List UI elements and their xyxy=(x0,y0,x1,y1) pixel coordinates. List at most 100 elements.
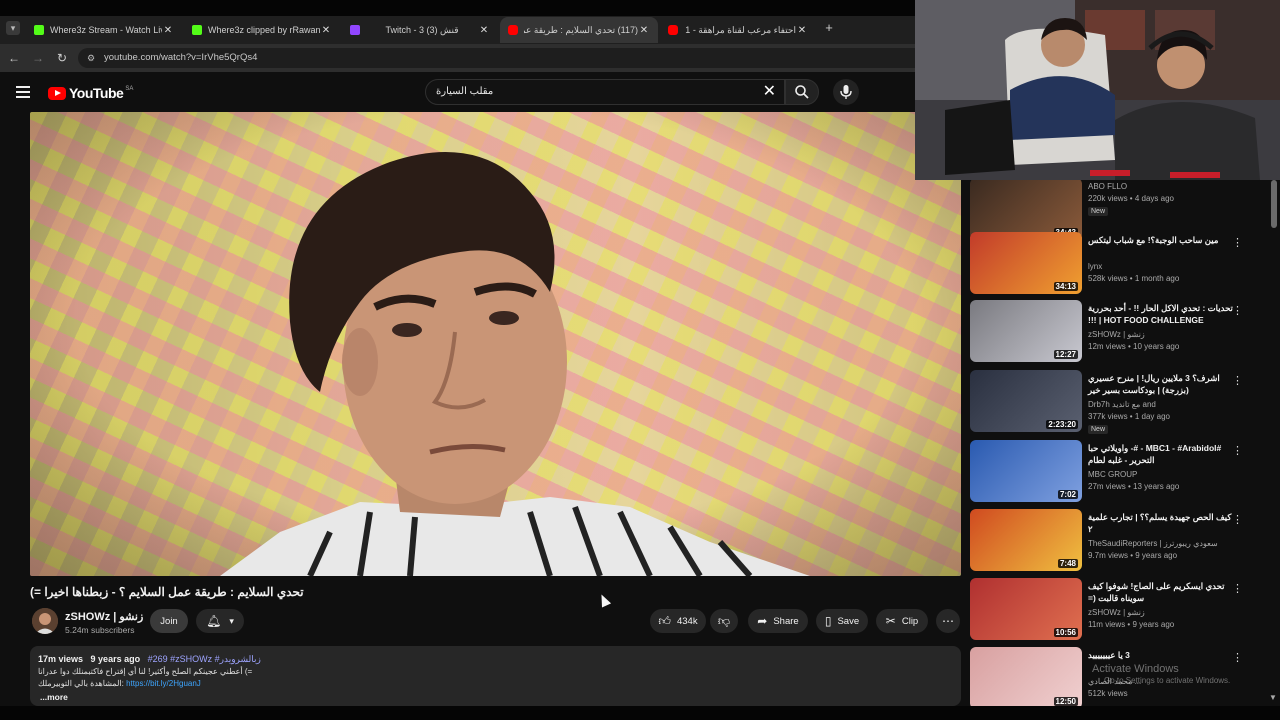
tab-search-button[interactable]: ▾ xyxy=(6,21,20,35)
video-player[interactable] xyxy=(30,112,961,576)
recommended-channel[interactable]: zSHOWz | زنشو xyxy=(1088,330,1145,339)
video-duration: 12:50 xyxy=(1053,697,1078,706)
activate-windows-subtitle: Go to Settings to activate Windows. xyxy=(1104,676,1231,685)
recommended-channel[interactable]: MBC GROUP xyxy=(1088,470,1137,479)
youtube-header: YouTube SA مقلب السيارة ✕ xyxy=(0,72,915,112)
more-vertical-icon[interactable]: ⋮ xyxy=(1232,444,1243,457)
close-tab-icon[interactable]: ✕ xyxy=(638,25,650,36)
recommended-video[interactable]: 34:13 مين ساحب الوجبة؟! مع شباب ليتكس lynx… xyxy=(970,232,1265,296)
browser-tab[interactable]: Where3z clipped by rRawan ✕ xyxy=(184,17,340,43)
recommended-video-title[interactable]: كيف الحص جهيدة يسلم؟؟ | تجارب علمية ٢ xyxy=(1088,511,1238,535)
video-thumbnail[interactable]: 12:27 xyxy=(970,300,1082,362)
video-thumbnail[interactable]: 34:43 xyxy=(970,178,1082,240)
youtube-favicon-icon xyxy=(508,25,518,35)
close-tab-icon[interactable]: ✕ xyxy=(320,25,332,36)
channel-avatar-image xyxy=(32,608,58,634)
channel-name[interactable]: zSHOWz | زنشو xyxy=(65,610,143,623)
recommended-channel[interactable]: Drb7h مع تانديد and xyxy=(1088,400,1156,409)
recommended-video[interactable]: 12:27 تحديات : تحدي الاكل الحار !! - أحد … xyxy=(970,300,1265,364)
recommended-channel[interactable]: lynx xyxy=(1088,262,1102,271)
recommended-video-title[interactable]: تحدي ايسكريم على الصاج! شوفوا كيف سويناه… xyxy=(1088,580,1238,604)
video-thumbnail[interactable]: 12:50 xyxy=(970,647,1082,709)
video-thumbnail[interactable]: 34:13 xyxy=(970,232,1082,294)
more-vertical-icon[interactable]: ⋮ xyxy=(1232,236,1243,249)
recommended-video-title[interactable]: تحديات : تحدي الاكل الحار !! - أحد بحرري… xyxy=(1088,302,1238,326)
recommended-meta: 512k views xyxy=(1088,689,1128,698)
site-info-icon[interactable]: ⚙ xyxy=(84,51,98,65)
search-input[interactable]: مقلب السيارة ✕ xyxy=(425,79,785,105)
sidebar-scrollbar[interactable] xyxy=(1271,180,1277,228)
recommended-video[interactable]: 10:56 تحدي ايسكريم على الصاج! شوفوا كيف س… xyxy=(970,578,1265,642)
description-link[interactable]: https://bit.ly/2HguanJ xyxy=(126,679,201,688)
more-horizontal-icon: ⋯ xyxy=(942,614,954,628)
recommended-video[interactable]: 7:02 #MBC1 - #Arabidol - #- واويلاتي حبا … xyxy=(970,440,1265,504)
recommended-channel[interactable]: TheSaudiReporters | سعودي ريبورترز xyxy=(1088,539,1218,548)
close-tab-icon[interactable]: ✕ xyxy=(478,25,490,36)
recommended-video-title[interactable]: 3 يا عيييييييد xyxy=(1088,649,1238,661)
upload-age: 9 years ago xyxy=(90,654,141,664)
like-button[interactable]: 👍︎ 434k xyxy=(650,609,706,633)
recommended-video[interactable]: 7:48 كيف الحص جهيدة يسلم؟؟ | تجارب علمية … xyxy=(970,509,1265,573)
video-thumbnail[interactable]: 7:02 xyxy=(970,440,1082,502)
share-button[interactable]: ➦ Share xyxy=(748,609,808,633)
activate-windows-title: Activate Windows xyxy=(1092,663,1179,675)
browser-tab[interactable]: احتفاء مرعب لقناة مراهقة - 1 be ✕ xyxy=(660,17,816,43)
video-thumbnail[interactable]: 10:56 xyxy=(970,578,1082,640)
forward-icon[interactable]: → xyxy=(30,50,46,66)
more-actions-button[interactable]: ⋯ xyxy=(936,609,960,633)
save-label: Save xyxy=(837,615,860,627)
scroll-down-icon[interactable]: ▼ xyxy=(1269,693,1277,702)
view-count: 17m views xyxy=(38,654,84,664)
youtube-logo[interactable]: YouTube SA xyxy=(48,85,133,101)
kick-favicon-icon xyxy=(192,25,202,35)
clear-search-icon[interactable]: ✕ xyxy=(763,83,776,101)
save-button[interactable]: ▯ Save xyxy=(816,609,868,633)
subscriber-count: 5.24m subscribers xyxy=(65,625,135,635)
recommended-video[interactable]: 2:23:20 اشرف؟ 3 ملايين ريال! | منرح عسيري… xyxy=(970,370,1265,434)
address-bar[interactable]: ⚙ youtube.com/watch?v=IrVhe5QrQs4 xyxy=(78,48,915,68)
video-thumbnail[interactable]: 7:48 xyxy=(970,509,1082,571)
more-vertical-icon[interactable]: ⋮ xyxy=(1232,374,1243,387)
menu-icon[interactable] xyxy=(16,86,30,98)
video-thumbnail[interactable]: 2:23:20 xyxy=(970,370,1082,432)
youtube-favicon-icon xyxy=(668,25,678,35)
recommended-video-title[interactable]: مين ساحب الوجبة؟! مع شباب ليتكس xyxy=(1088,234,1238,246)
hashtags[interactable]: #269 #zSHOWz #زبالشرويدر xyxy=(148,654,261,664)
browser-tab-strip: ▾ Where3z Stream - Watch Live ✕ Where3z … xyxy=(0,0,915,44)
channel-avatar[interactable] xyxy=(32,608,58,634)
close-tab-icon[interactable]: ✕ xyxy=(162,25,174,36)
join-button[interactable]: Join xyxy=(150,609,188,633)
bell-icon: 🔔︎ xyxy=(206,614,222,628)
tab-title: Twitch - 3 (3) قنش xyxy=(385,24,459,35)
new-badge: New xyxy=(1088,207,1109,216)
more-vertical-icon[interactable]: ⋮ xyxy=(1232,304,1243,317)
more-vertical-icon[interactable]: ⋮ xyxy=(1232,582,1243,595)
reload-icon[interactable]: ↻ xyxy=(54,50,70,66)
subscribed-notifications-button[interactable]: 🔔︎ ▾ xyxy=(196,609,244,633)
voice-search-button[interactable] xyxy=(833,79,859,105)
mouse-cursor-icon xyxy=(596,592,612,608)
browser-tab[interactable]: Where3z Stream - Watch Live ✕ xyxy=(26,17,182,43)
more-vertical-icon[interactable]: ⋮ xyxy=(1232,513,1243,526)
recommended-channel[interactable]: zSHOWz | زنشو xyxy=(1088,608,1145,617)
recommended-video-title[interactable]: اشرف؟ 3 ملايين ريال! | منرح عسيري (بزرجة… xyxy=(1088,372,1238,396)
recommended-channel[interactable]: ABO FLLO xyxy=(1088,182,1127,191)
clip-button[interactable]: ✂ Clip xyxy=(876,609,928,633)
recommended-meta: 27m views • 13 years ago xyxy=(1088,482,1180,491)
more-vertical-icon[interactable]: ⋮ xyxy=(1232,651,1243,664)
new-tab-icon[interactable]: + xyxy=(822,21,836,35)
recommended-video-title[interactable]: #MBC1 - #Arabidol - #- واويلاتي حبا التح… xyxy=(1088,442,1238,466)
close-tab-icon[interactable]: ✕ xyxy=(796,25,808,36)
description-meta: 17m views 9 years ago #269 #zSHOWz #زبال… xyxy=(38,654,261,665)
description-box[interactable]: 17m views 9 years ago #269 #zSHOWz #زبال… xyxy=(30,646,961,706)
search-button[interactable] xyxy=(785,79,819,105)
dislike-button[interactable]: 👎︎ xyxy=(710,609,738,633)
recommended-meta: 11m views • 9 years ago xyxy=(1088,620,1175,629)
description-line: المشاهدة بالي التوبيرملك: https://bit.ly… xyxy=(38,679,201,688)
video-frame-image xyxy=(30,112,961,576)
show-more-link[interactable]: ...more xyxy=(40,692,68,702)
description-link-prefix: المشاهدة بالي التوبيرملك: xyxy=(38,679,124,688)
browser-tab[interactable]: Twitch - 3 (3) قنش ✕ xyxy=(342,17,498,43)
back-icon[interactable]: ← xyxy=(6,50,22,66)
browser-tab-active[interactable]: (117) تحدي السلايم : طريقة عمل ✕ xyxy=(500,17,658,43)
